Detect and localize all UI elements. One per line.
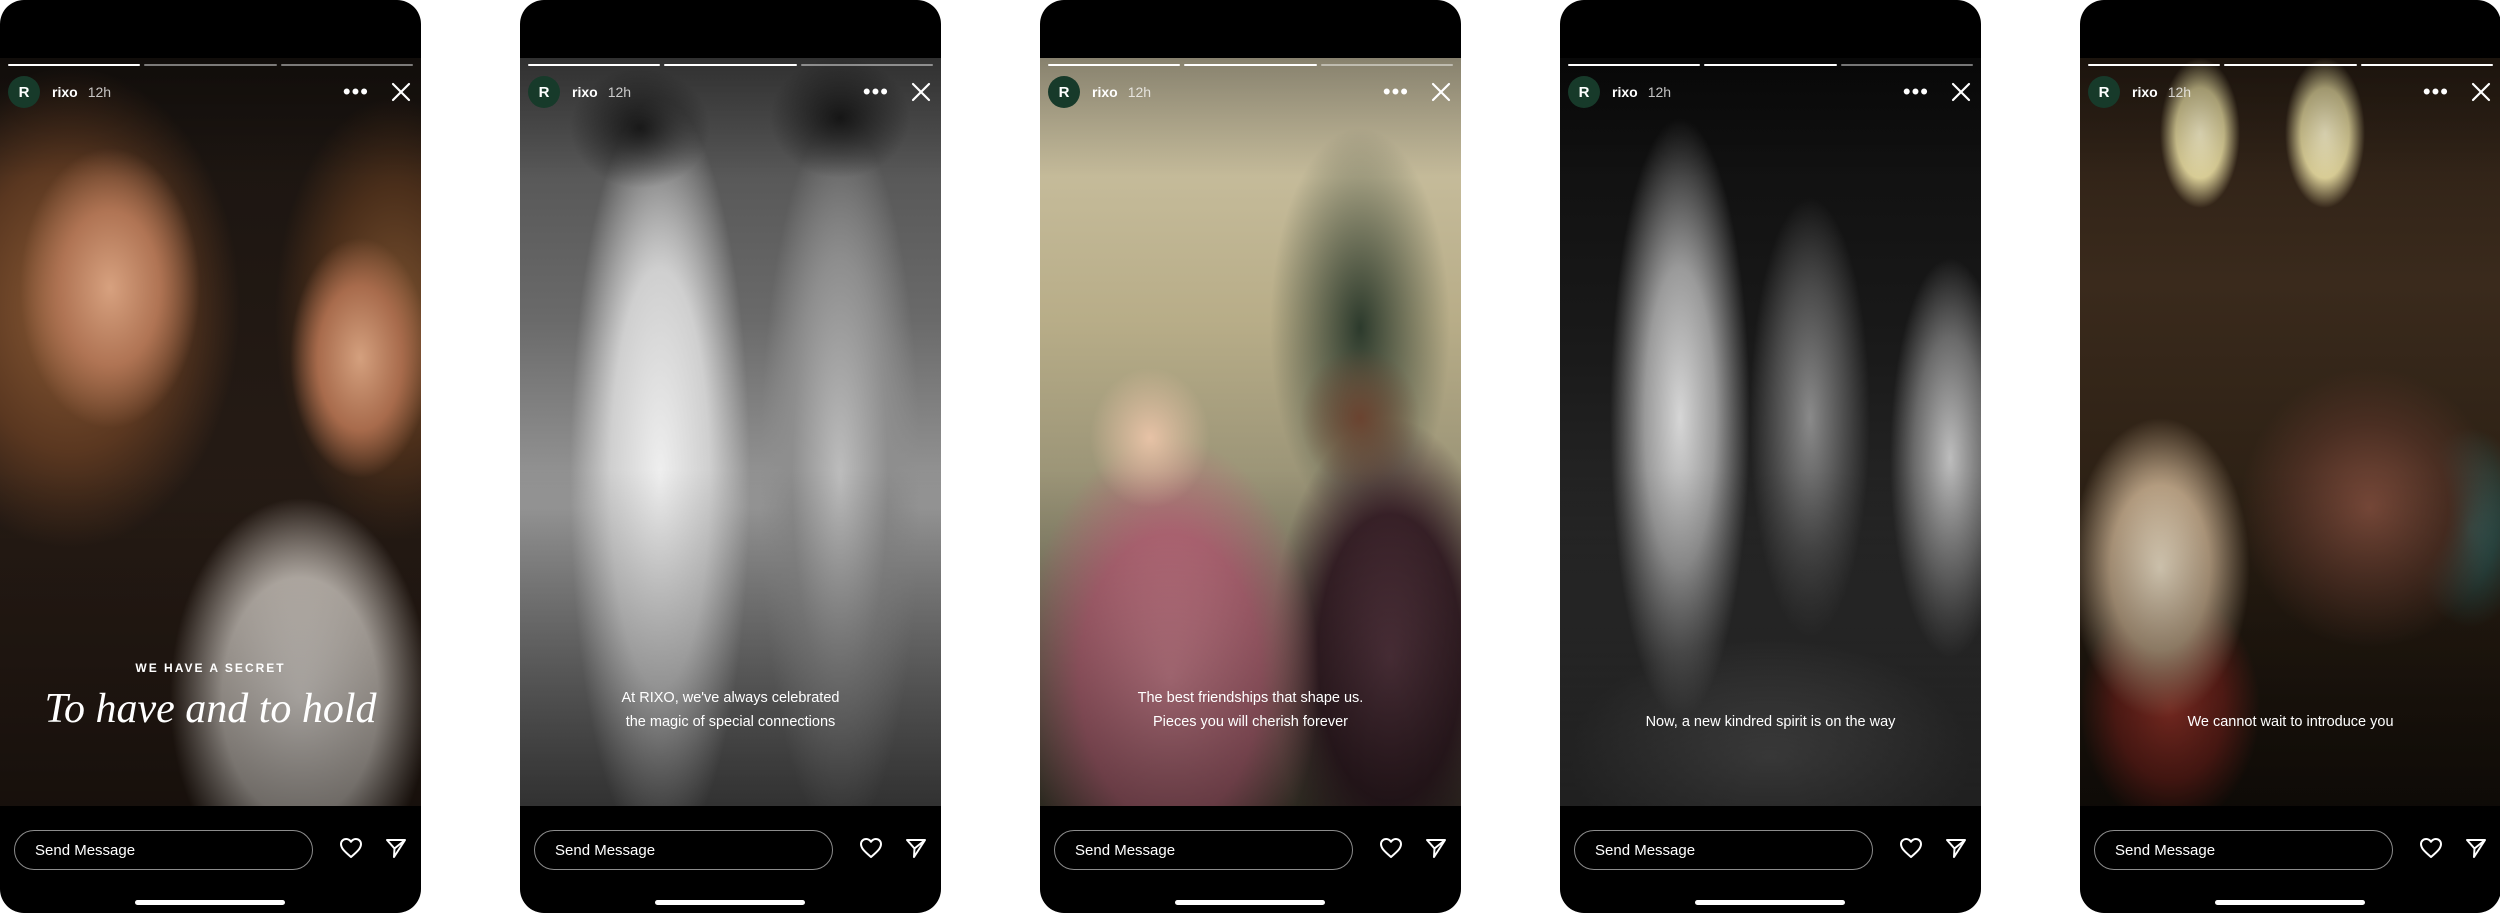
username[interactable]: rixo <box>2132 84 2158 100</box>
progress-segment <box>1320 64 1453 66</box>
send-message-input[interactable]: Send Message <box>2094 830 2393 870</box>
progress-segment <box>1704 64 1837 66</box>
progress-segment <box>800 64 933 66</box>
story-card[interactable]: R rixo 12h ••• Now, a new kindred spirit… <box>1560 0 1981 913</box>
caption-line: the magic of special connections <box>625 714 836 730</box>
story-caption: The best friendships that shape us. Piec… <box>1060 686 1441 734</box>
send-message-input[interactable]: Send Message <box>1574 830 1873 870</box>
send-icon[interactable] <box>905 837 927 864</box>
username[interactable]: rixo <box>1092 84 1118 100</box>
home-indicator <box>1695 900 1845 905</box>
story-photo <box>1560 58 1981 806</box>
story-photo <box>2080 58 2500 806</box>
progress-segment <box>1840 64 1973 66</box>
avatar[interactable]: R <box>528 76 560 108</box>
story-header: R rixo 12h ••• <box>1048 74 1451 110</box>
progress-segment <box>1048 64 1181 66</box>
more-icon[interactable]: ••• <box>1903 81 1929 103</box>
more-icon[interactable]: ••• <box>2423 81 2449 103</box>
home-indicator <box>655 900 805 905</box>
timestamp: 12h <box>1647 84 1672 100</box>
avatar[interactable]: R <box>1048 76 1080 108</box>
username[interactable]: rixo <box>52 84 78 100</box>
heart-icon[interactable] <box>1899 837 1923 864</box>
more-icon[interactable]: ••• <box>1383 81 1409 103</box>
avatar[interactable]: R <box>8 76 40 108</box>
more-icon[interactable]: ••• <box>863 81 889 103</box>
avatar[interactable]: R <box>2088 76 2120 108</box>
progress-segment <box>528 64 661 66</box>
story-footer: Send Message <box>1574 828 1967 872</box>
send-message-input[interactable]: Send Message <box>534 830 833 870</box>
story-caption: Now, a new kindred spirit is on the way <box>1580 710 1961 734</box>
story-caption: We cannot wait to introduce you <box>2100 710 2481 734</box>
caption-line: We cannot wait to introduce you <box>2187 714 2394 730</box>
username[interactable]: rixo <box>572 84 598 100</box>
story-footer: Send Message <box>2094 828 2487 872</box>
send-message-input[interactable]: Send Message <box>14 830 313 870</box>
progress-segment <box>2088 64 2221 66</box>
home-indicator <box>2215 900 2365 905</box>
progress-segment <box>2224 64 2357 66</box>
close-icon[interactable] <box>1951 82 1971 102</box>
timestamp: 12h <box>2167 84 2192 100</box>
heart-icon[interactable] <box>2419 837 2443 864</box>
caption-line: Now, a new kindred spirit is on the way <box>1645 714 1896 730</box>
heart-icon[interactable] <box>1379 837 1403 864</box>
progress-bar <box>528 64 933 66</box>
story-footer: Send Message <box>534 828 927 872</box>
send-icon[interactable] <box>385 837 407 864</box>
timestamp: 12h <box>87 84 112 100</box>
timestamp: 12h <box>1127 84 1152 100</box>
progress-segment <box>1568 64 1701 66</box>
send-message-input[interactable]: Send Message <box>1054 830 1353 870</box>
heart-icon[interactable] <box>859 837 883 864</box>
more-icon[interactable]: ••• <box>343 81 369 103</box>
send-icon[interactable] <box>1945 837 1967 864</box>
username[interactable]: rixo <box>1612 84 1638 100</box>
send-icon[interactable] <box>1425 837 1447 864</box>
heart-icon[interactable] <box>339 837 363 864</box>
timestamp: 12h <box>607 84 632 100</box>
close-icon[interactable] <box>1431 82 1451 102</box>
story-kicker: WE HAVE A SECRET <box>135 661 286 675</box>
story-card[interactable]: R rixo 12h ••• At RIXO, we've always cel… <box>520 0 941 913</box>
close-icon[interactable] <box>2471 82 2491 102</box>
story-header: R rixo 12h ••• <box>528 74 931 110</box>
progress-segment <box>280 64 413 66</box>
story-card[interactable]: R rixo 12h ••• We cannot wait to introdu… <box>2080 0 2500 913</box>
home-indicator <box>135 900 285 905</box>
progress-bar <box>1048 64 1453 66</box>
home-indicator <box>1175 900 1325 905</box>
story-card[interactable]: R rixo 12h ••• WE HAVE A SECRET To have … <box>0 0 421 913</box>
story-caption: At RIXO, we've always celebrated the mag… <box>540 686 921 734</box>
progress-segment <box>1184 64 1317 66</box>
progress-bar <box>1568 64 1973 66</box>
progress-segment <box>2360 64 2493 66</box>
progress-bar <box>8 64 413 66</box>
story-header: R rixo 12h ••• <box>8 74 411 110</box>
caption-line: The best friendships that shape us. <box>1137 690 1364 706</box>
story-header: R rixo 12h ••• <box>1568 74 1971 110</box>
story-header: R rixo 12h ••• <box>2088 74 2491 110</box>
story-footer: Send Message <box>14 828 407 872</box>
progress-bar <box>2088 64 2493 66</box>
progress-segment <box>664 64 797 66</box>
progress-segment <box>8 64 141 66</box>
story-card[interactable]: R rixo 12h ••• The best friendships that… <box>1040 0 1461 913</box>
close-icon[interactable] <box>391 82 411 102</box>
close-icon[interactable] <box>911 82 931 102</box>
progress-segment <box>144 64 277 66</box>
story-footer: Send Message <box>1054 828 1447 872</box>
caption-line: Pieces you will cherish forever <box>1152 714 1349 730</box>
caption-line: At RIXO, we've always celebrated <box>621 690 840 706</box>
avatar[interactable]: R <box>1568 76 1600 108</box>
send-icon[interactable] <box>2465 837 2487 864</box>
story-headline: To have and to hold <box>44 686 377 732</box>
